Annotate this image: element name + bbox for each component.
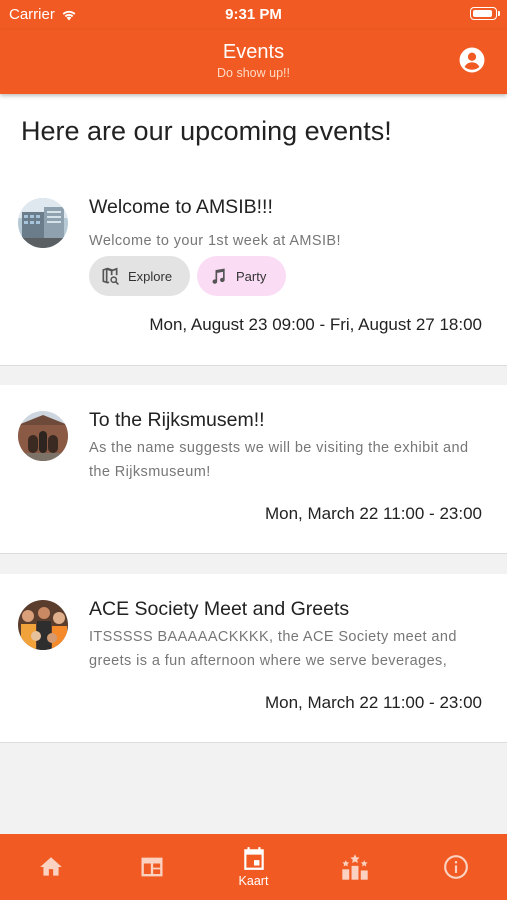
app-title: Events	[222, 41, 285, 63]
event-avatar	[18, 198, 68, 248]
status-bar: Carrier 9:31 PM	[0, 0, 507, 30]
calendar-table-icon	[141, 857, 162, 877]
event-description: ITSSSSS BAAAAACKKKK, the ACE Society mee…	[89, 629, 457, 669]
event-list[interactable]: Here are our upcoming events! Welcome to…	[0, 94, 507, 834]
leaderboard-icon	[341, 854, 368, 880]
event-avatar	[18, 411, 68, 461]
event-card-ace-society[interactable]: ACE Society Meet and Greets ITSSSSS BAAA…	[0, 574, 507, 743]
nav-info[interactable]	[405, 834, 506, 900]
event-title: Welcome to AMSIB!!!	[89, 196, 273, 218]
info-icon	[443, 855, 468, 879]
home-icon	[39, 857, 62, 876]
music-note-icon	[212, 268, 225, 284]
event-date: Mon, August 23 09:00 - Fri, August 27 18…	[149, 315, 482, 334]
event-date: Mon, March 22 11:00 - 23:00	[264, 693, 482, 712]
battery-icon	[470, 7, 500, 20]
map-search-icon	[102, 267, 119, 285]
app-subtitle: Do show up!!	[217, 66, 290, 80]
event-card-rijksmuseum[interactable]: To the Rijksmusem!! As the name suggests…	[0, 385, 507, 554]
nav-kaart[interactable]: Kaart	[203, 834, 304, 900]
event-description: As the name suggests we will be visiting…	[89, 440, 469, 480]
event-calendar-icon	[243, 847, 264, 870]
tag-label: Explore	[128, 268, 173, 284]
nav-schedule[interactable]	[101, 834, 202, 900]
event-card-welcome[interactable]: Welcome to AMSIB!!! Welcome to your 1st …	[0, 170, 507, 366]
status-time: 9:31 PM	[225, 6, 282, 23]
nav-label: Kaart	[238, 874, 269, 888]
nav-leaderboard[interactable]	[304, 834, 405, 900]
event-avatar	[18, 600, 68, 650]
account-icon[interactable]	[459, 47, 485, 73]
tag-label: Party	[236, 268, 267, 284]
app-bar: Events Do show up!!	[0, 30, 507, 94]
tag-party-chip[interactable]: Party	[197, 256, 286, 296]
event-title: To the Rijksmusem!!	[89, 409, 265, 431]
page-heading: Here are our upcoming events!	[21, 116, 392, 146]
nav-home[interactable]	[0, 834, 101, 900]
tag-explore-chip[interactable]: Explore	[89, 256, 190, 296]
bottom-nav: Kaart	[0, 834, 507, 900]
event-description: Welcome to your 1st week at AMSIB!	[89, 233, 341, 249]
event-title: ACE Society Meet and Greets	[89, 598, 350, 620]
event-date: Mon, March 22 11:00 - 23:00	[264, 504, 482, 523]
